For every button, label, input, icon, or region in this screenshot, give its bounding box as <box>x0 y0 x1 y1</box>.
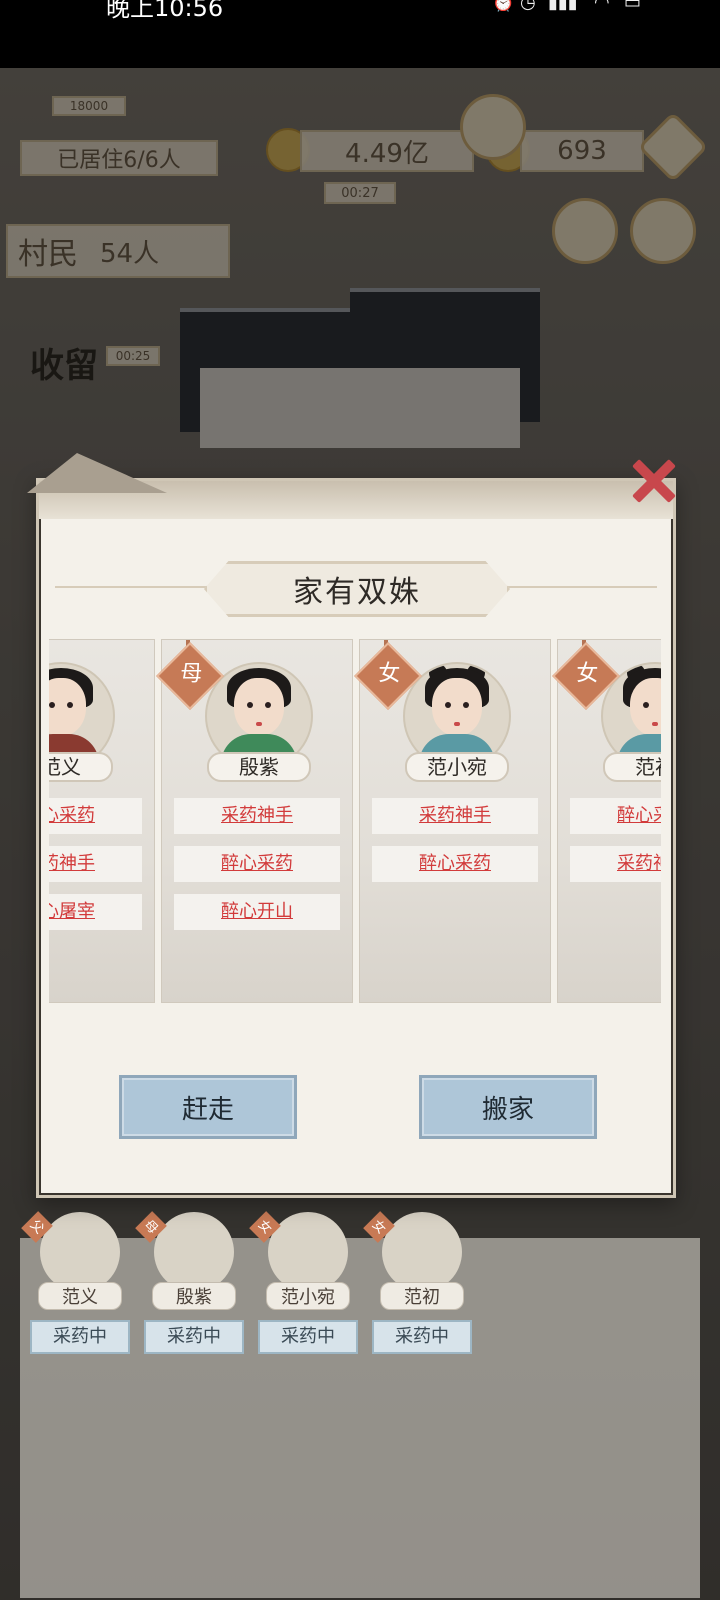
evict-button[interactable]: 赶走 <box>119 1075 297 1139</box>
member-card-3[interactable]: 女 范小宛 采药神手 醉心采药 <box>354 639 551 1003</box>
skill-link[interactable]: 采药神手 <box>174 798 340 834</box>
role-badge-text: 母 <box>180 661 203 687</box>
eye <box>49 702 55 708</box>
title-divider-right <box>497 586 657 588</box>
member-status: 采药中 <box>258 1320 358 1354</box>
member-status: 采药中 <box>372 1320 472 1354</box>
avatar <box>154 1212 234 1292</box>
family-member-3[interactable]: 女 范小宛 采药中 <box>249 1211 358 1354</box>
eye <box>463 702 469 708</box>
member-name: 殷紫 <box>207 752 311 782</box>
family-member-1[interactable]: 父 范义 采药中 <box>21 1211 130 1354</box>
member-card-4[interactable]: 女 范初 醉心采药 采药神手 <box>552 639 661 1003</box>
skill-link[interactable]: 醉心采药 <box>49 798 142 834</box>
close-icon[interactable] <box>627 455 679 507</box>
eye <box>67 702 73 708</box>
avatar <box>40 1212 120 1292</box>
eye <box>265 702 271 708</box>
member-card-2[interactable]: 母 殷紫 采药神手 醉心采药 醉心开山 <box>156 639 353 1003</box>
eye <box>643 702 649 708</box>
lips <box>652 722 658 726</box>
skill-link[interactable]: 采药神手 <box>570 846 661 882</box>
evict-button-label: 赶走 <box>181 1094 234 1125</box>
skill-link[interactable]: 采药神手 <box>49 846 142 882</box>
skill-link[interactable]: 醉心采药 <box>372 846 538 882</box>
member-name: 范小宛 <box>266 1282 350 1310</box>
status-time: 晚上10:56 <box>106 0 224 22</box>
member-name: 范小宛 <box>405 752 509 782</box>
eye <box>445 702 451 708</box>
modal-title: 家有双姝 <box>204 561 510 617</box>
member-name: 范义 <box>49 752 113 782</box>
mountain-decoration <box>27 453 167 493</box>
move-house-button[interactable]: 搬家 <box>419 1075 597 1139</box>
family-modal: 家有双姝 范义 醉心采药 采药神手 醉心屠宰 <box>27 453 676 1198</box>
member-status: 采药中 <box>144 1320 244 1354</box>
family-member-4[interactable]: 女 范初 采药中 <box>363 1211 472 1354</box>
status-bar: 晚上10:56 ⏰ ◷ ▮▮▮ ◠ ▭ <box>0 0 720 68</box>
title-divider-left <box>55 586 215 588</box>
modal-title-text: 家有双姝 <box>293 575 421 610</box>
face <box>234 678 284 736</box>
eye <box>247 702 253 708</box>
skill-link[interactable]: 采药神手 <box>372 798 538 834</box>
alarm-icon: ⏰ <box>492 0 515 13</box>
lips <box>454 722 460 726</box>
member-name: 殷紫 <box>152 1282 236 1310</box>
member-name: 范初 <box>603 752 661 782</box>
member-cards-carousel[interactable]: 范义 醉心采药 采药神手 醉心屠宰 母 殷紫 采药神手 醉心采药 醉心开山 <box>49 639 661 1003</box>
skill-link[interactable]: 醉心屠宰 <box>49 894 142 930</box>
skill-link[interactable]: 醉心采药 <box>174 846 340 882</box>
wifi-icon: ◠ <box>594 0 610 13</box>
signal-icon: ▮▮▮ <box>548 0 578 13</box>
battery-icon: ▭ <box>624 0 642 13</box>
clock-icon: ◷ <box>520 0 536 13</box>
skill-link[interactable]: 醉心开山 <box>174 894 340 930</box>
role-badge-text: 女 <box>378 661 401 687</box>
member-card-1[interactable]: 范义 醉心采药 采药神手 醉心屠宰 <box>49 639 155 1003</box>
member-name: 范初 <box>380 1282 464 1310</box>
family-member-2[interactable]: 母 殷紫 采药中 <box>135 1211 244 1354</box>
skill-link[interactable]: 醉心采药 <box>570 798 661 834</box>
move-house-button-label: 搬家 <box>481 1094 534 1125</box>
avatar <box>382 1212 462 1292</box>
role-badge-text: 女 <box>576 661 599 687</box>
member-name: 范义 <box>38 1282 122 1310</box>
face <box>432 678 482 736</box>
avatar <box>268 1212 348 1292</box>
lips <box>256 722 262 726</box>
member-status: 采药中 <box>30 1320 130 1354</box>
